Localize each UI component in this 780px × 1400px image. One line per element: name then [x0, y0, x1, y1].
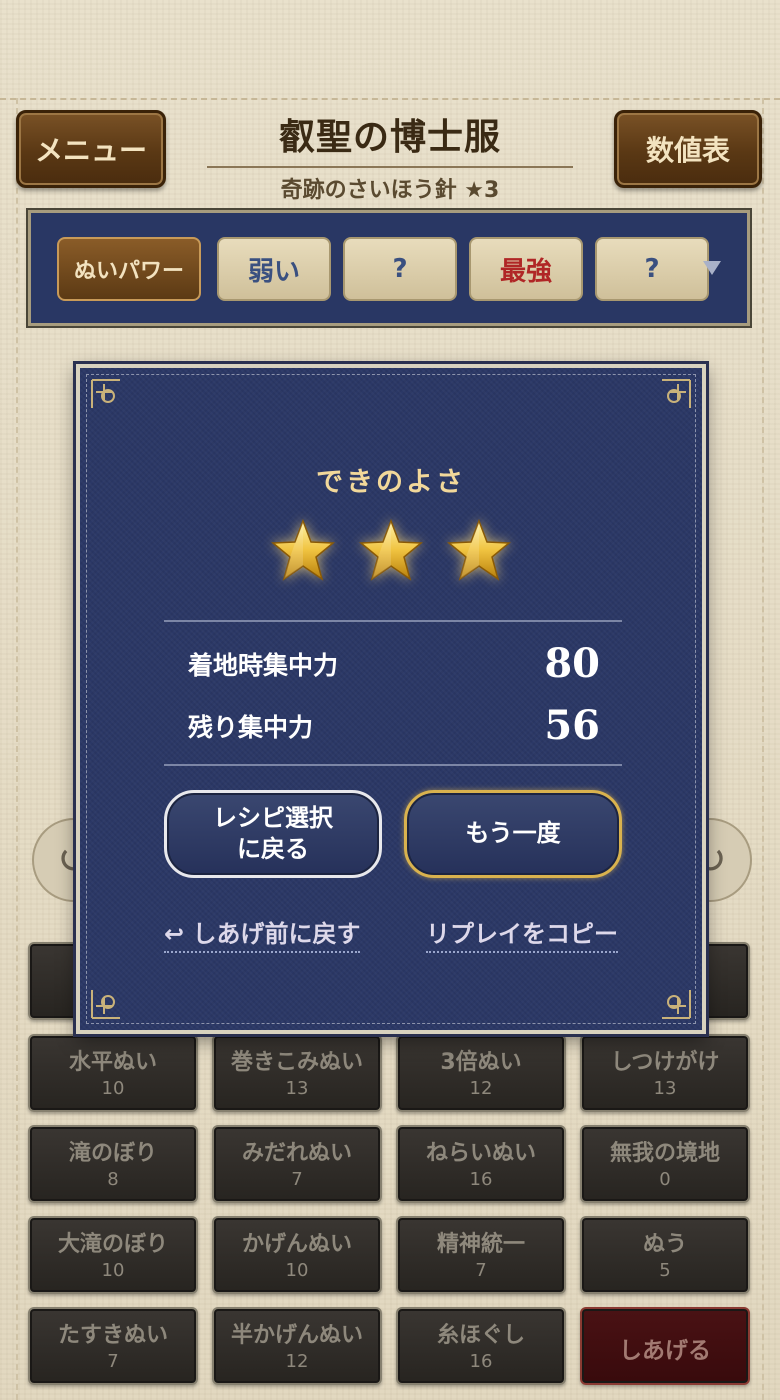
skill-button[interactable]: 大滝のぼり 10 [28, 1216, 198, 1294]
star-icon [270, 518, 336, 588]
skill-name: 3倍ぬい [440, 1050, 522, 1075]
stat-remaining-focus: 残り集中力 56 [188, 702, 600, 749]
skill-button[interactable]: 糸ほぐし 16 [396, 1307, 566, 1385]
skill-name: 大滝のぼり [57, 1232, 168, 1257]
undo-finish-link[interactable]: ↩ しあげ前に戻す [164, 914, 361, 953]
skill-button[interactable]: 水平ぬい 10 [28, 1034, 198, 1112]
skill-count: 7 [475, 1260, 487, 1281]
skill-button[interactable]: かげんぬい 10 [212, 1216, 382, 1294]
star-icon [358, 518, 424, 588]
skill-name: しつけがけ [610, 1050, 720, 1075]
skill-name: 滝のぼり [68, 1141, 157, 1166]
power-cell-2[interactable]: ? [343, 237, 457, 301]
stat-landing-focus: 着地時集中力 80 [188, 640, 600, 687]
skill-name: 巻きこみぬい [230, 1050, 363, 1075]
stitch-power-button[interactable]: ぬいパワー [57, 237, 201, 301]
skill-button[interactable]: 巻きこみぬい 13 [212, 1034, 382, 1112]
corner-ornament-icon [90, 980, 130, 1020]
stats-divider-bottom [164, 764, 622, 766]
stat-label: 残り集中力 [188, 712, 314, 742]
skill-button[interactable]: ぬう 5 [580, 1216, 750, 1294]
skill-count: 5 [659, 1260, 671, 1281]
skill-count: 12 [469, 1078, 493, 1099]
skill-count: 13 [653, 1078, 677, 1099]
skill-count: 7 [107, 1351, 119, 1372]
skill-count: 10 [285, 1260, 309, 1281]
skill-button[interactable]: みだれぬい 7 [212, 1125, 382, 1203]
skill-count: 10 [101, 1260, 125, 1281]
corner-ornament-icon [90, 378, 130, 418]
left-stitch [16, 98, 18, 1400]
skill-count: 16 [469, 1351, 493, 1372]
scroll-down-arrow-icon[interactable] [703, 261, 721, 275]
skill-name: 糸ほぐし [436, 1323, 525, 1348]
skill-button[interactable]: ねらいぬい 16 [396, 1125, 566, 1203]
skill-name: ぬう [642, 1232, 687, 1257]
skill-count: 10 [101, 1078, 125, 1099]
corner-ornament-icon [652, 980, 692, 1020]
page-subtitle: 奇跡のさいほう針 ★3 [280, 178, 500, 203]
stat-value: 56 [544, 702, 600, 749]
right-stitch [762, 98, 764, 1400]
skill-count: 13 [285, 1078, 309, 1099]
finish-label: しあげる [619, 1338, 711, 1364]
stat-value: 80 [544, 640, 600, 687]
stats-divider-top [164, 620, 622, 622]
skill-name: 半かげんぬい [230, 1323, 363, 1348]
retry-button[interactable]: もう一度 [404, 790, 622, 878]
page-title: 叡聖の博士服 [278, 117, 501, 158]
skill-button[interactable]: 滝のぼり 8 [28, 1125, 198, 1203]
skill-name: たすきぬい [57, 1323, 168, 1348]
skill-name: ねらいぬい [425, 1141, 536, 1166]
skill-count: 12 [285, 1351, 309, 1372]
power-cell-1[interactable]: 弱い [217, 237, 331, 301]
corner-ornament-icon [652, 378, 692, 418]
skill-name: 精神統一 [436, 1232, 525, 1257]
top-strip [0, 0, 780, 100]
skill-button[interactable]: たすきぬい 7 [28, 1307, 198, 1385]
skill-button[interactable]: 半かげんぬい 12 [212, 1307, 382, 1385]
stat-label: 着地時集中力 [188, 650, 339, 680]
quality-stars [80, 518, 702, 588]
result-dialog: できのよさ 着地時集中力 80 残り集中力 56 レシピ選択 に戻る もう一度 … [73, 361, 709, 1037]
skill-name: 水平ぬい [68, 1050, 157, 1075]
skill-name: みだれぬい [241, 1141, 352, 1166]
skill-name: かげんぬい [241, 1232, 352, 1257]
title-divider [207, 166, 573, 168]
skill-count: 7 [291, 1169, 303, 1190]
stitch-power-bar: ぬいパワー 弱い ? 最強 ? [26, 208, 752, 328]
star-icon [446, 518, 512, 588]
title-block: 叡聖の博士服 奇跡のさいほう針 ★3 [206, 108, 574, 204]
skill-name: 無我の境地 [609, 1141, 720, 1166]
finish-button[interactable]: しあげる [580, 1307, 750, 1385]
skill-button[interactable]: 3倍ぬい 12 [396, 1034, 566, 1112]
menu-button[interactable]: メニュー [16, 110, 166, 188]
skill-count: 8 [107, 1169, 119, 1190]
stats-table-button[interactable]: 数値表 [614, 110, 762, 188]
skill-button[interactable]: しつけがけ 13 [580, 1034, 750, 1112]
power-cell-4[interactable]: ? [595, 237, 709, 301]
copy-replay-link[interactable]: リプレイをコピー [426, 914, 618, 953]
skill-button[interactable]: 精神統一 7 [396, 1216, 566, 1294]
back-to-recipe-label: レシピ選択 に戻る [213, 803, 333, 863]
skill-count: 0 [659, 1169, 671, 1190]
retry-label: もう一度 [465, 819, 561, 848]
quality-label: できのよさ [316, 467, 466, 498]
power-cell-3[interactable]: 最強 [469, 237, 583, 301]
skill-button[interactable]: 無我の境地 0 [580, 1125, 750, 1203]
skill-count: 16 [469, 1169, 493, 1190]
back-to-recipe-button[interactable]: レシピ選択 に戻る [164, 790, 382, 878]
